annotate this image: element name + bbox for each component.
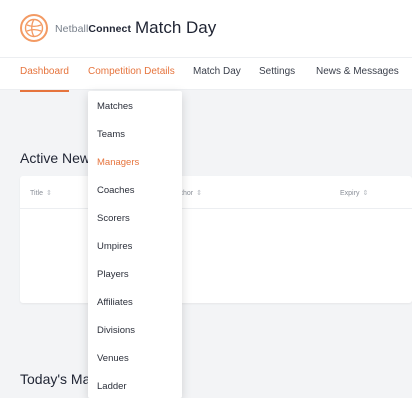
page-title: Match Day <box>135 18 217 37</box>
sort-icon[interactable]: ⇕ <box>362 190 368 197</box>
menu-item-teams[interactable]: Teams <box>97 129 125 140</box>
brand-name: NetballConnect <box>55 23 131 35</box>
menu-item-venues[interactable]: Venues <box>97 353 129 364</box>
menu-item-coaches[interactable]: Coaches <box>97 185 135 196</box>
table-header: Title ⇕ thor ⇕ Expiry ⇕ <box>20 176 412 209</box>
column-title-label: Title <box>30 190 43 197</box>
column-expiry-label: Expiry <box>340 190 360 197</box>
menu-item-managers[interactable]: Managers <box>97 157 139 168</box>
menu-item-ladder[interactable]: Ladder <box>97 381 127 392</box>
top-bar: NetballConnect Match Day <box>0 0 412 58</box>
sort-icon[interactable]: ⇕ <box>46 190 52 197</box>
menu-item-divisions[interactable]: Divisions <box>97 325 135 336</box>
sort-icon[interactable]: ⇕ <box>196 190 202 197</box>
menu-item-affiliates[interactable]: Affiliates <box>97 297 133 308</box>
menu-item-matches[interactable]: Matches <box>97 101 133 112</box>
active-news-title: Active New <box>20 150 91 166</box>
brand-bold: Connect <box>88 23 132 35</box>
active-news-table: Title ⇕ thor ⇕ Expiry ⇕ <box>20 176 412 303</box>
menu-item-umpires[interactable]: Umpires <box>97 241 132 252</box>
menu-item-players[interactable]: Players <box>97 269 129 280</box>
column-expiry[interactable]: Expiry ⇕ <box>340 189 368 197</box>
column-author-label: thor <box>181 190 194 197</box>
competition-details-dropdown: Matches Teams Managers Coaches Scorers U… <box>88 91 182 398</box>
nav-competition-details[interactable]: Competition Details <box>88 66 175 77</box>
nav-news-messages[interactable]: News & Messages <box>316 66 399 77</box>
menu-item-scorers[interactable]: Scorers <box>97 213 130 224</box>
todays-matches-title: Today's Ma <box>20 371 91 387</box>
main-nav: Dashboard Competition Details Match Day … <box>0 58 412 92</box>
column-author[interactable]: thor ⇕ <box>181 189 202 197</box>
netball-logo-icon[interactable] <box>20 14 48 42</box>
column-title[interactable]: Title ⇕ <box>30 189 52 197</box>
nav-match-day[interactable]: Match Day <box>193 66 241 77</box>
brand-light: Netball <box>55 23 89 35</box>
nav-dashboard[interactable]: Dashboard <box>20 66 69 92</box>
nav-settings[interactable]: Settings <box>259 66 295 77</box>
